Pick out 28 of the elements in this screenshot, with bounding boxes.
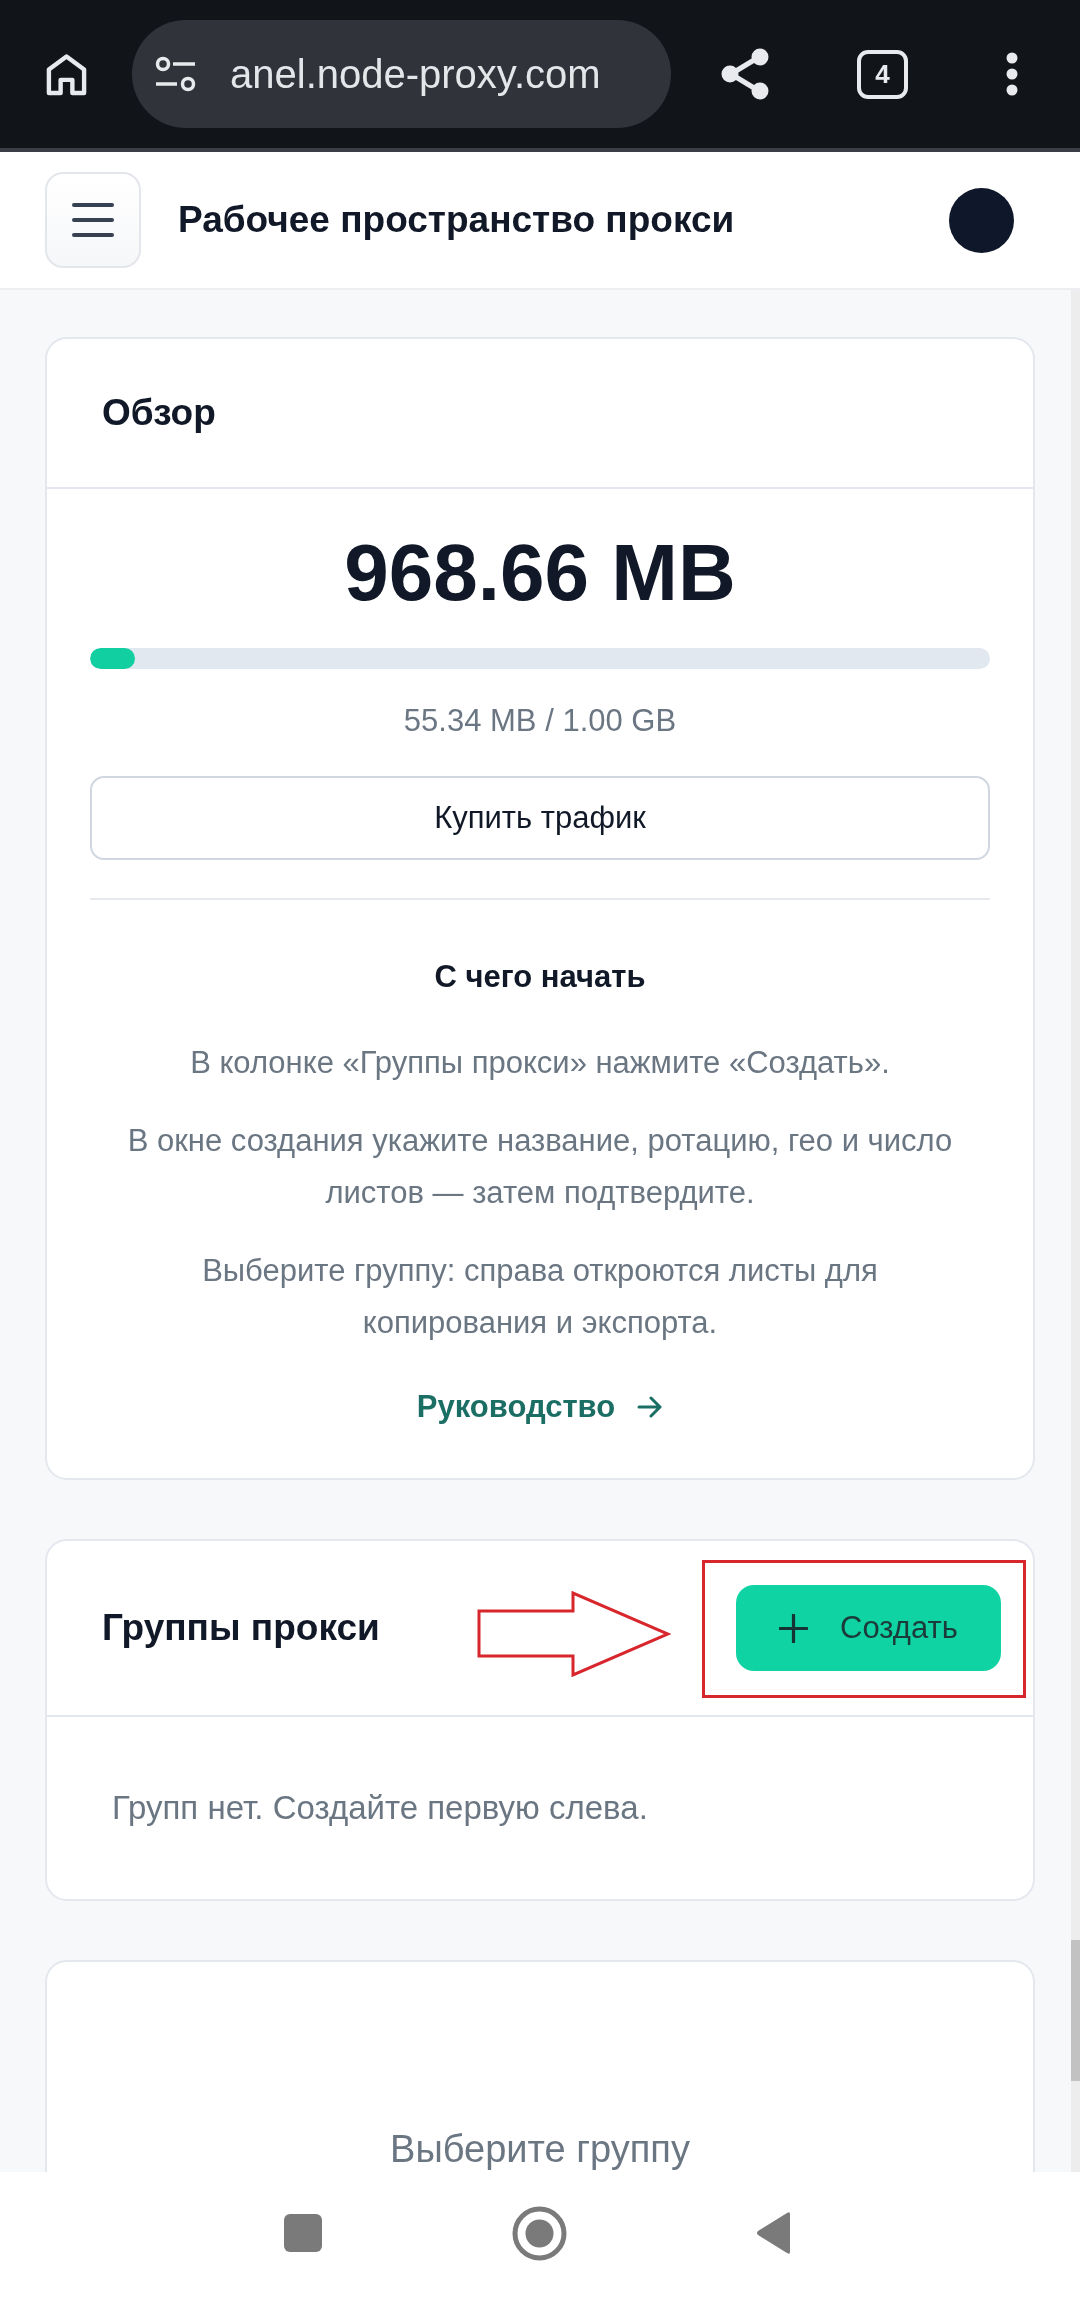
remaining-traffic: 968.66 MB (344, 527, 736, 619)
menu-icon (72, 202, 114, 238)
instruction-text: В колонке «Группы прокси» нажмите «Создать». (190, 1044, 890, 1082)
card-title: Обзор (102, 392, 216, 434)
plus-icon (779, 1613, 808, 1643)
instruction-text: Выберите группу: справа откроются листы для копирования и экспорта. (201, 1252, 879, 1342)
share-icon[interactable] (720, 48, 770, 100)
card-title: Группы прокси (102, 1607, 380, 1649)
back-triangle-icon[interactable] (755, 2211, 792, 2255)
guide-link[interactable]: Руководство (416, 1387, 664, 1427)
home-circle-icon[interactable] (512, 2205, 567, 2261)
section-title: С чего начать (434, 958, 646, 996)
page-title: Рабочее пространство прокси (178, 199, 736, 241)
menu-button[interactable] (45, 172, 141, 268)
details-placeholder-text: Выберите группу (389, 2127, 691, 2171)
arrow-right-icon (637, 1396, 664, 1418)
usage-reading: 55.34 MB / 1.00 GB (403, 702, 677, 740)
scrollbar-thumb[interactable] (1071, 1940, 1080, 2081)
instruction-text: В окне создания укажите название, ротацию, гео и число листов — затем подтвердите. (126, 1122, 954, 1212)
url-text: anel.node-proxy.com (230, 51, 601, 97)
empty-state-text: Групп нет. Создайте первую слева. (112, 1789, 648, 1827)
more-menu-icon[interactable] (1004, 52, 1020, 96)
create-button[interactable]: Создать (736, 1585, 1001, 1671)
site-settings-icon[interactable] (155, 56, 196, 92)
address-bar[interactable]: anel.node-proxy.com (132, 20, 671, 128)
recents-square-icon[interactable] (284, 2214, 322, 2252)
tab-switcher-button[interactable]: 4 (857, 49, 908, 99)
buy-traffic-button[interactable]: Купить трафик (90, 776, 990, 860)
